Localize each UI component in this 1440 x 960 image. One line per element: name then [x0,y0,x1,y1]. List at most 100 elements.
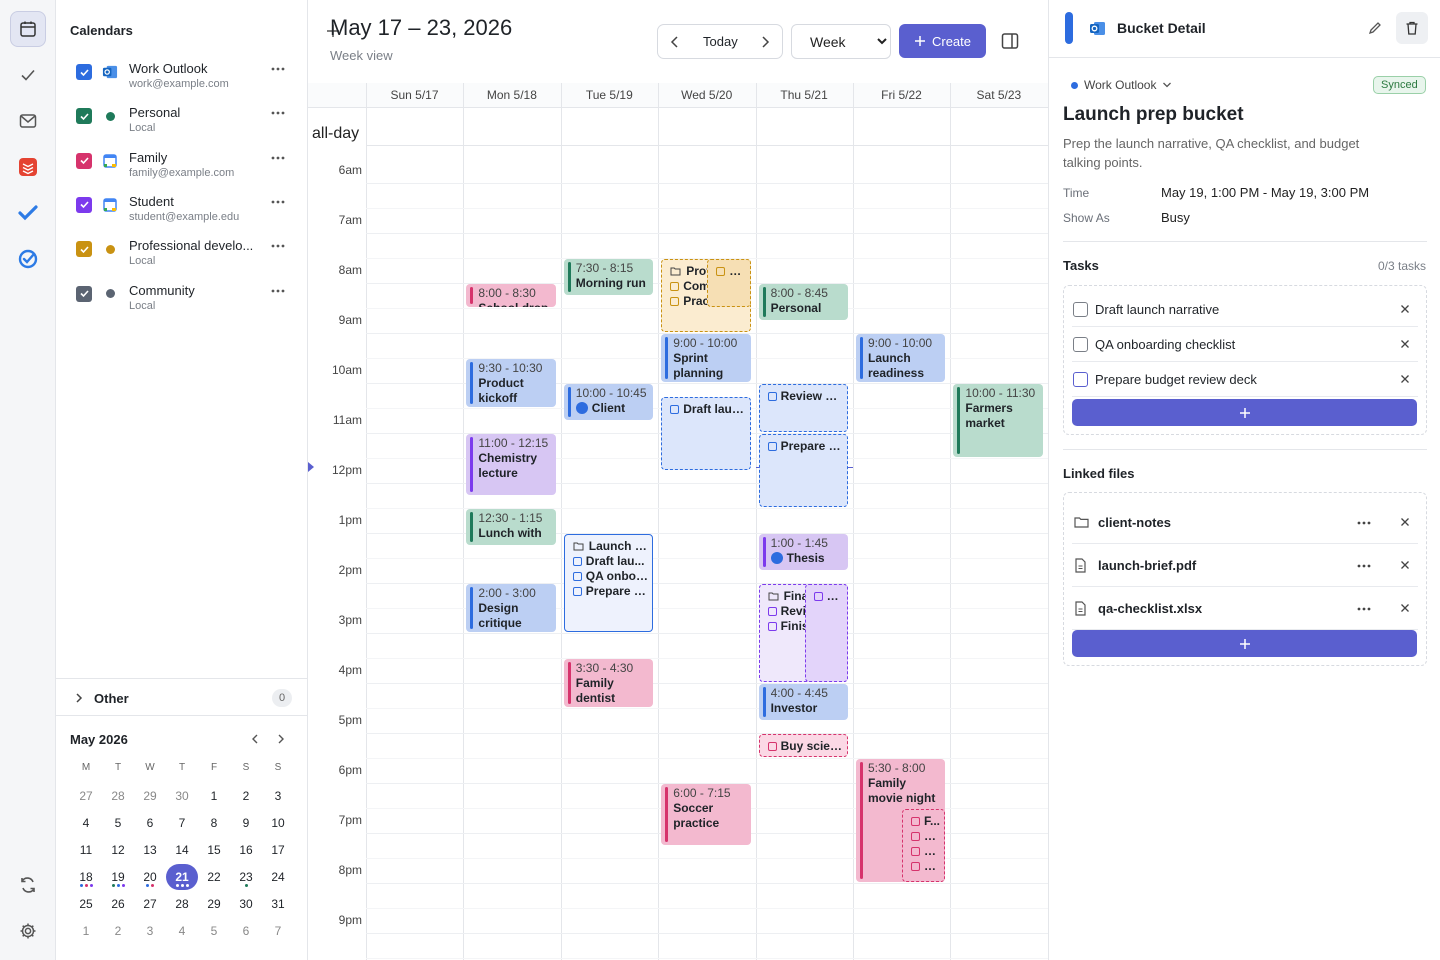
mini-day[interactable]: 28 [166,891,198,917]
file-options-icon[interactable] [1356,556,1372,572]
overlapping-bucket[interactable]: R... [804,584,848,682]
more-options-icon[interactable] [270,151,290,165]
calendar-event[interactable]: 9:00 - 10:00 Sprint planning [661,334,751,382]
calendar-event[interactable]: 2:00 - 3:00 Design critique [466,584,556,632]
calendar-event[interactable]: 6:00 - 7:15 Soccer practice [661,784,751,845]
task-block[interactable]: Prepare b... [758,434,848,507]
bucket-task-row[interactable]: Prepare budget review deck [1072,362,1418,397]
task-block[interactable]: Buy scien... [758,734,848,757]
more-options-icon[interactable] [270,239,290,253]
remove-file-icon[interactable] [1398,601,1412,615]
mini-day[interactable]: 13 [134,837,166,863]
linked-file-row[interactable]: client-notes [1072,501,1418,544]
previous-week-icon[interactable] [666,33,684,51]
ticktick-icon[interactable] [10,241,46,277]
calendar-selector[interactable]: Work Outlook [1071,78,1172,92]
mini-day[interactable]: 7 [262,918,294,944]
mini-day[interactable]: 7 [166,810,198,836]
more-options-icon[interactable] [270,195,290,209]
todoist-icon[interactable] [10,149,46,185]
day-header[interactable]: Wed 5/20 [658,88,755,102]
day-header[interactable]: Mon 5/18 [463,88,560,102]
mini-day[interactable]: 29 [134,783,166,809]
day-header[interactable]: Tue 5/19 [561,88,658,102]
mini-day[interactable]: 30 [230,891,262,917]
task-block[interactable]: Draft laun... [661,396,751,470]
edit-pencil-icon[interactable] [1367,20,1385,38]
calendar-event[interactable]: 1:00 - 1:45 Thesis [758,534,848,570]
mini-day[interactable]: 22 [198,864,230,890]
mini-day[interactable]: 9 [230,810,262,836]
microsoft-todo-icon[interactable] [10,195,46,231]
tasks-check-icon[interactable] [10,57,46,93]
calendar-item[interactable]: Student student@example.edu [76,193,296,233]
mini-day[interactable]: 6 [230,918,262,944]
create-button[interactable]: Create [899,24,986,58]
calendar-event[interactable]: 11:00 - 12:15 Chemistry lecture [466,434,556,495]
calendar-checkbox[interactable] [76,108,92,125]
remove-file-icon[interactable] [1398,515,1412,529]
calendar-item[interactable]: Personal Local [76,104,296,144]
calendar-item[interactable]: Community Local [76,282,296,322]
day-header[interactable]: Thu 5/21 [756,88,853,102]
calendar-checkbox[interactable] [76,241,92,258]
calendar-checkbox[interactable] [76,64,92,80]
view-select[interactable]: DayWeekMonth [791,24,891,59]
mini-day[interactable]: 3 [134,918,166,944]
remove-task-icon[interactable] [1398,337,1412,351]
calendar-nav-icon[interactable] [10,11,46,47]
task-checkbox[interactable] [1073,372,1088,387]
add-task-button[interactable] [1072,399,1417,426]
mini-next-month-icon[interactable] [274,730,290,748]
mini-day[interactable]: 3 [262,783,294,809]
add-file-button[interactable] [1072,630,1417,657]
settings-gear-icon[interactable] [10,913,46,949]
calendar-event[interactable]: 8:00 - 8:45 Personal [758,284,848,320]
mini-day[interactable]: 27 [70,783,102,809]
mini-day[interactable]: 15 [198,837,230,863]
calendar-checkbox[interactable] [76,196,92,213]
toggle-panel-icon[interactable] [1000,31,1020,51]
file-options-icon[interactable] [1356,513,1372,529]
mini-day[interactable]: 4 [70,810,102,836]
linked-file-row[interactable]: qa-checklist.xlsx [1072,587,1418,630]
linked-file-row[interactable]: launch-brief.pdf [1072,544,1418,587]
task-bucket[interactable]: Launch p... Draft lau... QA onboa... Prepar… [563,534,654,632]
calendar-event[interactable]: 8:00 - 8:30School drop [466,284,556,307]
remove-file-icon[interactable] [1398,558,1412,572]
mini-day[interactable]: 6 [134,810,166,836]
mini-day[interactable]: 10 [262,810,294,836]
mini-day[interactable]: 5 [198,918,230,944]
bucket-task-row[interactable]: Draft launch narrative [1072,292,1418,327]
calendar-item[interactable]: Work Outlook work@example.com [76,60,296,100]
mini-day[interactable]: 17 [262,837,294,863]
more-options-icon[interactable] [270,62,290,76]
day-header[interactable]: Sun 5/17 [366,88,463,102]
calendar-item[interactable]: Professional develo... Local [76,237,296,277]
calendar-event[interactable]: 4:00 - 4:45 Investor [758,684,848,720]
calendar-event[interactable]: 9:30 - 10:30 Product kickoff [466,359,556,407]
mini-day[interactable]: 12 [102,837,134,863]
mini-day[interactable]: 2 [230,783,262,809]
mini-day[interactable]: 14 [166,837,198,863]
mini-day[interactable]: 5 [102,810,134,836]
mini-day[interactable]: 31 [262,891,294,917]
mini-day[interactable]: 2 [102,918,134,944]
remove-task-icon[interactable] [1398,302,1412,316]
mini-day[interactable]: 1 [198,783,230,809]
other-calendars-section[interactable]: Other 0 [56,678,308,716]
calendar-event[interactable]: 7:30 - 8:15 Morning run [563,259,654,295]
calendar-item[interactable]: Family family@example.com [76,149,296,189]
today-button[interactable]: Today [703,34,738,49]
mini-day[interactable]: 1 [70,918,102,944]
next-week-icon[interactable] [756,33,774,51]
mini-day[interactable]: 28 [102,783,134,809]
day-header[interactable]: Sat 5/23 [950,88,1047,102]
delete-trash-icon[interactable] [1396,12,1428,44]
mini-day[interactable]: 27 [134,891,166,917]
bucket-task-row[interactable]: QA onboarding checklist [1072,327,1418,362]
mini-day[interactable]: 30 [166,783,198,809]
calendar-event[interactable]: 10:00 - 10:45 Client [563,384,654,420]
task-block[interactable]: Review Q... [758,384,848,432]
mini-day[interactable]: 11 [70,837,102,863]
